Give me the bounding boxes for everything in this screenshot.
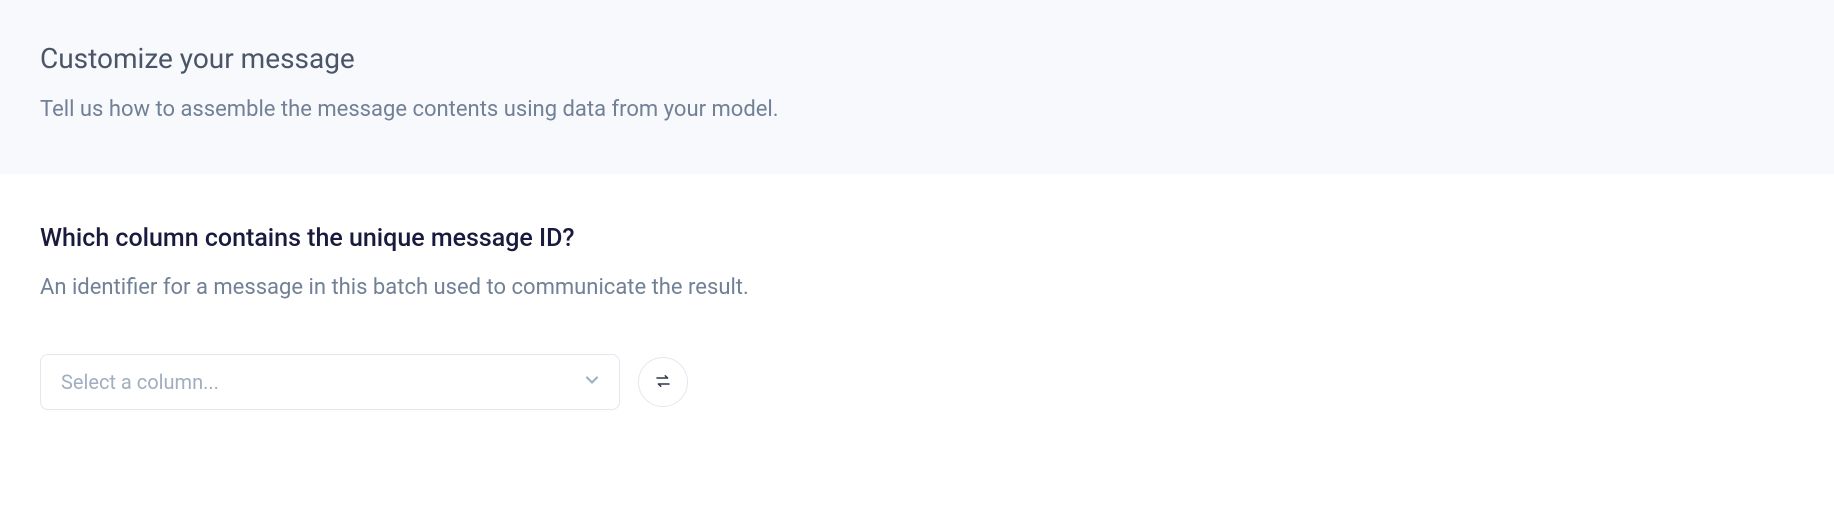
control-row: Select a column... xyxy=(40,354,1794,410)
question-description: An identifier for a message in this batc… xyxy=(40,271,1794,304)
column-select[interactable]: Select a column... xyxy=(40,354,620,410)
content-section: Which column contains the unique message… xyxy=(0,174,1834,450)
question-title: Which column contains the unique message… xyxy=(40,224,1794,253)
header-section: Customize your message Tell us how to as… xyxy=(0,0,1834,174)
page-subtitle: Tell us how to assemble the message cont… xyxy=(40,93,1794,126)
column-select-placeholder: Select a column... xyxy=(61,370,219,394)
swap-icon xyxy=(654,372,672,393)
column-select-wrapper: Select a column... xyxy=(40,354,620,410)
page-title: Customize your message xyxy=(40,42,1794,75)
swap-button[interactable] xyxy=(638,357,688,407)
